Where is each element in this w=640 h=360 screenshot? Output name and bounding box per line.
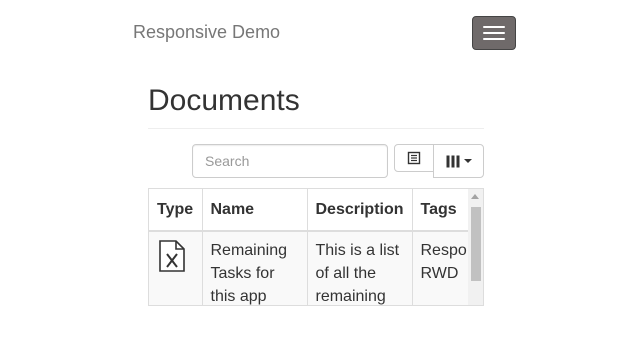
table-scrollbar[interactable] — [468, 189, 483, 305]
column-header-name[interactable]: Name — [202, 189, 308, 232]
scrollbar-thumb[interactable] — [471, 207, 481, 281]
documents-table: Type Name Description Tags Remaining Tas… — [148, 188, 484, 306]
toggle-list-view-button[interactable] — [394, 144, 434, 172]
search-input[interactable] — [192, 144, 388, 178]
columns-dropdown-button[interactable] — [433, 144, 484, 178]
title-divider — [148, 128, 484, 129]
row-type-cell — [149, 231, 203, 305]
navbar-toggle-button[interactable] — [472, 16, 516, 50]
tag-label: Respo — [420, 242, 467, 259]
excel-file-icon — [159, 240, 185, 272]
page-title: Documents — [148, 84, 300, 117]
list-view-icon — [407, 151, 421, 165]
column-header-type[interactable]: Type — [149, 189, 203, 232]
tag-label: RWD — [420, 265, 459, 282]
table-row[interactable]: Remaining Tasks for this app This is a l… — [149, 231, 469, 305]
hamburger-menu-icon — [483, 32, 505, 34]
hamburger-menu-icon — [483, 26, 505, 28]
hamburger-menu-icon — [483, 38, 505, 40]
column-header-tags[interactable]: Tags — [412, 189, 469, 232]
column-header-description[interactable]: Description — [307, 189, 413, 232]
row-tags-cell: Respo RWD — [412, 231, 469, 305]
columns-icon — [446, 155, 459, 167]
table-header-row: Type Name Description Tags — [149, 189, 469, 232]
chevron-down-icon — [463, 159, 472, 163]
navbar: Responsive Demo — [0, 0, 640, 66]
row-name-cell[interactable]: Remaining Tasks for this app — [202, 231, 308, 305]
navbar-brand[interactable]: Responsive Demo — [133, 22, 280, 43]
scroll-up-arrow-icon[interactable] — [471, 194, 479, 199]
row-description-cell: This is a list of all the remaining — [307, 231, 413, 305]
